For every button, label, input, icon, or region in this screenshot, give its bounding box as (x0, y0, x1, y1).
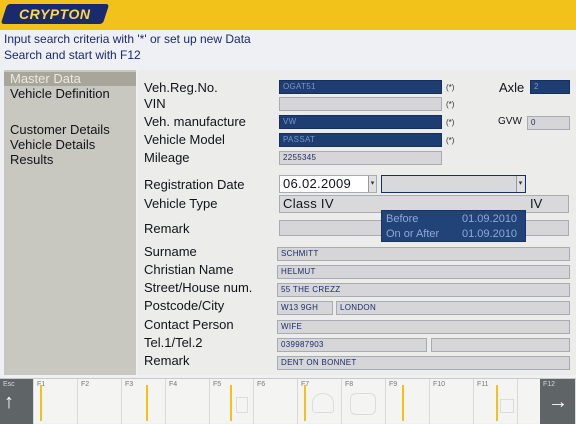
customer-remark-label: Remark (144, 353, 190, 368)
sidebar: Master Data Vehicle Definition Customer … (4, 70, 136, 375)
f9-key[interactable]: F9 (386, 379, 430, 424)
mileage-label: Mileage (144, 150, 190, 165)
required-marker: (*) (446, 83, 455, 92)
surname-label: Surname (144, 244, 197, 259)
vehicle-model-label: Vehicle Model (144, 132, 225, 147)
vehicle-remark-label: Remark (144, 221, 190, 236)
chevron-down-icon[interactable]: ▾ (368, 176, 376, 192)
christian-name-field[interactable]: HELMUT (277, 265, 570, 279)
instruction-line-1: Input search criteria with '*' or set up… (4, 32, 251, 46)
axle-label: Axle (499, 80, 525, 95)
veh-reg-no-label: Veh.Reg.No. (144, 80, 218, 95)
f4-key[interactable]: F4 (166, 379, 210, 424)
f6-key[interactable]: F6 (254, 379, 298, 424)
registration-date-label: Registration Date (144, 177, 245, 192)
registration-date-field[interactable]: 06.02.2009 (279, 175, 377, 193)
document-icon (236, 397, 248, 413)
required-marker: (*) (446, 136, 455, 145)
tools-icon (350, 393, 376, 415)
contact-person-field[interactable]: WIFE (277, 320, 570, 334)
christian-name-label: Christian Name (144, 262, 234, 277)
sidebar-item-master-data[interactable]: Master Data (4, 72, 136, 86)
postcode-city-label: Postcode/City (144, 298, 225, 313)
postcode-field[interactable]: W13 9GH (277, 301, 333, 315)
f2-key[interactable]: F2 (78, 379, 122, 424)
contact-person-label: Contact Person (144, 317, 234, 332)
f7-key[interactable]: F7 (298, 379, 342, 424)
vehicle-model-field[interactable]: PASSAT (279, 133, 442, 147)
street-label: Street/House num. (144, 280, 253, 295)
veh-manufacture-field[interactable]: VW (279, 115, 442, 129)
vin-field[interactable] (279, 97, 442, 111)
dropdown-option-on-or-after[interactable]: On or After 01.09.2010 (386, 228, 517, 240)
gvw-label: GVW (498, 116, 522, 127)
f5-key[interactable]: F5 (210, 379, 254, 424)
instruction-line-2: Search and start with F12 (4, 48, 141, 62)
function-key-bar: Esc ↑ F1 F2 F3 F4 F5 F6 F7 F8 F9 F10 F11… (0, 378, 576, 424)
sidebar-item-results[interactable]: Results (4, 152, 136, 167)
f12-key[interactable]: F12 → (540, 379, 576, 424)
undo-icon (500, 399, 514, 413)
tel1-field[interactable]: 039987903 (277, 338, 427, 352)
f8-key[interactable]: F8 (342, 379, 386, 424)
required-marker: (*) (446, 100, 455, 109)
f1-key[interactable]: F1 (34, 379, 78, 424)
veh-reg-no-field[interactable]: OGAT51 (279, 80, 442, 94)
street-field[interactable]: 55 THE CREZZ (277, 283, 570, 297)
f3-key[interactable]: F3 (122, 379, 166, 424)
esc-key[interactable]: Esc ↑ (0, 379, 34, 424)
veh-manufacture-label: Veh. manufacture (144, 114, 246, 129)
axle-field[interactable]: 2 (530, 80, 570, 94)
date-filter-dropdown: Before 01.09.2010 On or After 01.09.2010 (381, 210, 526, 242)
customer-remark-field[interactable]: DENT ON BONNET (277, 356, 570, 370)
vehicle-type-suffix: IV (530, 196, 543, 211)
sidebar-item-vehicle-details[interactable]: Vehicle Details (4, 137, 136, 152)
arrow-right-icon: → (548, 391, 568, 413)
city-field[interactable]: LONDON (336, 301, 570, 315)
crypton-logo: CRYPTON (0, 4, 110, 24)
required-marker: (*) (446, 118, 455, 127)
surname-field[interactable]: SCHMITT (277, 247, 570, 261)
vin-label: VIN (144, 96, 166, 111)
tel-label: Tel.1/Tel.2 (144, 335, 203, 350)
vehicle-type-label: Vehicle Type (144, 196, 218, 211)
sidebar-item-customer-details[interactable]: Customer Details (4, 122, 136, 137)
person-icon (312, 393, 334, 413)
date-filter-select[interactable] (381, 175, 526, 193)
gvw-field[interactable]: 0 (527, 116, 570, 130)
dropdown-option-before[interactable]: Before 01.09.2010 (386, 213, 517, 225)
chevron-down-icon[interactable]: ▾ (516, 176, 524, 192)
mileage-field[interactable]: 2255345 (279, 151, 442, 165)
header-bar: CRYPTON (0, 0, 576, 30)
f11-key[interactable]: F11 (474, 379, 518, 424)
arrow-up-icon: ↑ (4, 391, 14, 413)
f10-key[interactable]: F10 (430, 379, 474, 424)
tel2-field[interactable] (431, 338, 570, 352)
sidebar-item-vehicle-definition[interactable]: Vehicle Definition (4, 86, 136, 101)
